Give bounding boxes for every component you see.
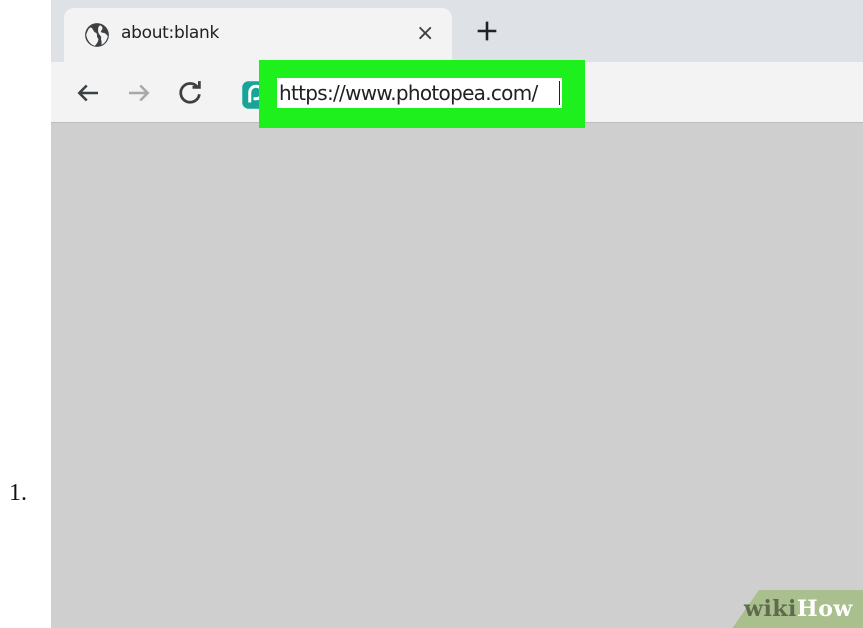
- arrow-right-icon[interactable]: [124, 78, 154, 108]
- address-bar[interactable]: https://www.photopea.com/: [277, 78, 562, 108]
- browser-screenshot: about:blank × https://www.photopea.com/ …: [51, 0, 863, 628]
- reload-icon[interactable]: [175, 78, 205, 108]
- step-number: 1.: [9, 480, 27, 506]
- new-tab-icon[interactable]: [473, 17, 501, 45]
- globe-icon: [85, 23, 109, 47]
- close-tab-icon[interactable]: ×: [416, 21, 434, 47]
- watermark-logo: wikiHow: [744, 596, 853, 622]
- watermark-how: How: [796, 596, 853, 622]
- watermark-wiki: wiki: [744, 596, 797, 622]
- page-content-area: [51, 123, 863, 628]
- text-cursor: [559, 81, 560, 105]
- tab-strip: about:blank ×: [51, 0, 863, 62]
- tab-title: about:blank: [121, 23, 220, 43]
- address-bar-url: https://www.photopea.com/: [279, 81, 538, 105]
- browser-tab[interactable]: about:blank ×: [64, 8, 452, 62]
- arrow-left-icon[interactable]: [73, 78, 103, 108]
